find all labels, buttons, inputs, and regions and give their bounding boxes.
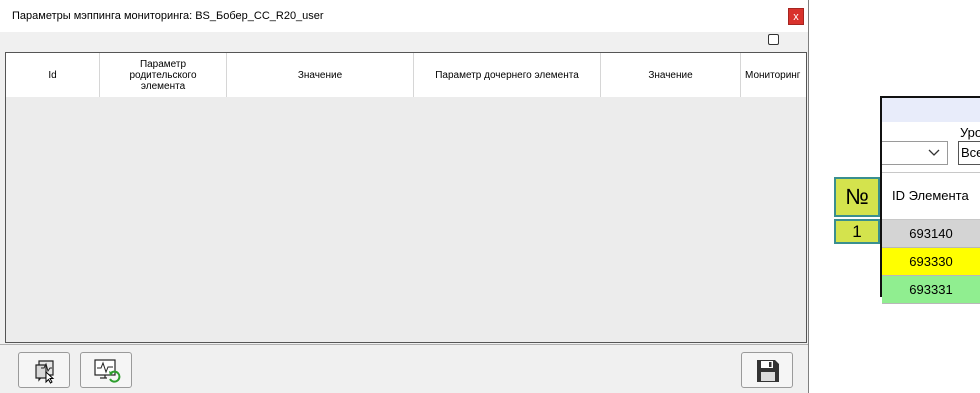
panel-header-strip xyxy=(882,98,980,122)
close-button[interactable]: x xyxy=(788,8,804,25)
save-button[interactable] xyxy=(741,352,793,388)
toolbar-divider xyxy=(0,344,808,345)
filter-checkbox[interactable] xyxy=(768,34,779,45)
mapping-params-dialog: Параметры мэппинга мониторинга: BS_Бобер… xyxy=(0,0,809,393)
column-header-id[interactable]: Id xyxy=(6,53,100,97)
column-header-parent-value[interactable]: Значение xyxy=(227,53,414,97)
dialog-title: Параметры мэппинга мониторинга: BS_Бобер… xyxy=(12,10,324,22)
column-header-parent-param[interactable]: Параметр родительского элемента xyxy=(100,53,227,97)
monitor-refresh-button[interactable] xyxy=(80,352,132,388)
element-id-cell[interactable]: 693331 xyxy=(882,276,980,304)
chevron-down-icon xyxy=(928,149,940,156)
column-header-monitoring[interactable]: Мониторинг xyxy=(741,53,806,97)
level-select[interactable]: Все xyxy=(958,141,980,165)
filter-combobox[interactable] xyxy=(882,141,948,165)
grid-header: Id Параметр родительского элемента Значе… xyxy=(6,53,806,98)
element-id-cell[interactable]: 693140 xyxy=(882,220,980,248)
column-header-child-param[interactable]: Параметр дочернего элемента xyxy=(414,53,601,97)
id-element-header[interactable]: ID Элемента xyxy=(882,172,980,220)
mapping-grid: Id Параметр родительского элемента Значе… xyxy=(5,52,807,343)
number-header: № xyxy=(834,177,880,217)
save-icon xyxy=(757,360,779,382)
level-label: Уро xyxy=(960,125,980,140)
monitor-refresh-icon xyxy=(94,359,121,383)
monitor-cursor-icon xyxy=(35,360,55,384)
monitor-select-button[interactable] xyxy=(18,352,70,388)
element-id-cell[interactable]: 693330 xyxy=(882,248,980,276)
column-header-child-value[interactable]: Значение xyxy=(601,53,741,97)
grid-body[interactable] xyxy=(6,97,806,342)
elements-panel: Уро Все ID Элемента 693140 693330 693331 xyxy=(880,96,980,304)
dialog-titlebar: Параметры мэппинга мониторинга: BS_Бобер… xyxy=(0,0,808,32)
row-number: 1 xyxy=(834,219,880,244)
